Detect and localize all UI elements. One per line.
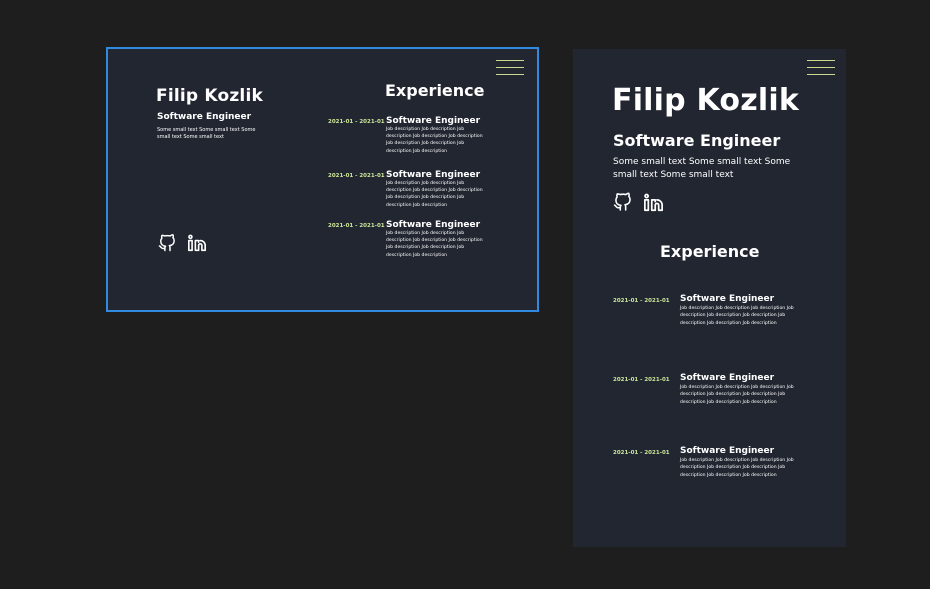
social-links	[158, 234, 207, 256]
experience-description: Job description Job description Job desc…	[386, 231, 483, 258]
experience-job-title: Software Engineer	[680, 446, 775, 456]
github-icon[interactable]	[613, 192, 632, 216]
experience-job-title: Software Engineer	[680, 294, 775, 304]
experience-description: Job description Job description Job desc…	[386, 181, 483, 208]
experience-date: 2021-01 - 2021-01	[613, 298, 670, 304]
profile-role: Software Engineer	[157, 112, 252, 122]
experience-date: 2021-01 - 2021-01	[328, 119, 385, 125]
hamburger-menu-icon[interactable]	[496, 60, 524, 76]
experience-description: Job description Job description Job desc…	[680, 306, 794, 326]
experience-job-title: Software Engineer	[386, 116, 481, 126]
profile-name: Filip Kozlik	[156, 86, 263, 106]
experience-job-title: Software Engineer	[386, 220, 481, 230]
experience-description: Job description Job description Job desc…	[386, 127, 483, 154]
profile-blurb: Some small text Some small text Some sma…	[613, 157, 791, 180]
experience-title: Experience	[660, 242, 760, 261]
experience-job-title: Software Engineer	[386, 170, 481, 180]
profile-role: Software Engineer	[613, 131, 781, 150]
profile-blurb: Some small text Some small text Some sma…	[157, 127, 256, 140]
experience-date: 2021-01 - 2021-01	[328, 173, 385, 179]
experience-job-title: Software Engineer	[680, 373, 775, 383]
experience-description: Job description Job description Job desc…	[680, 458, 794, 478]
experience-date: 2021-01 - 2021-01	[613, 377, 670, 383]
experience-title: Experience	[385, 81, 485, 100]
hamburger-menu-icon[interactable]	[807, 60, 835, 76]
desktop-frame[interactable]: Filip Kozlik Software Engineer Some smal…	[106, 47, 539, 312]
linkedin-icon[interactable]	[643, 193, 664, 216]
experience-description: Job description Job description Job desc…	[680, 385, 794, 405]
profile-name: Filip Kozlik	[612, 83, 799, 118]
linkedin-icon[interactable]	[187, 234, 207, 256]
github-icon[interactable]	[158, 234, 176, 256]
social-links	[613, 192, 664, 216]
experience-date: 2021-01 - 2021-01	[328, 223, 385, 229]
mobile-frame[interactable]: Filip Kozlik Software Engineer Some smal…	[573, 49, 846, 547]
experience-date: 2021-01 - 2021-01	[613, 450, 670, 456]
